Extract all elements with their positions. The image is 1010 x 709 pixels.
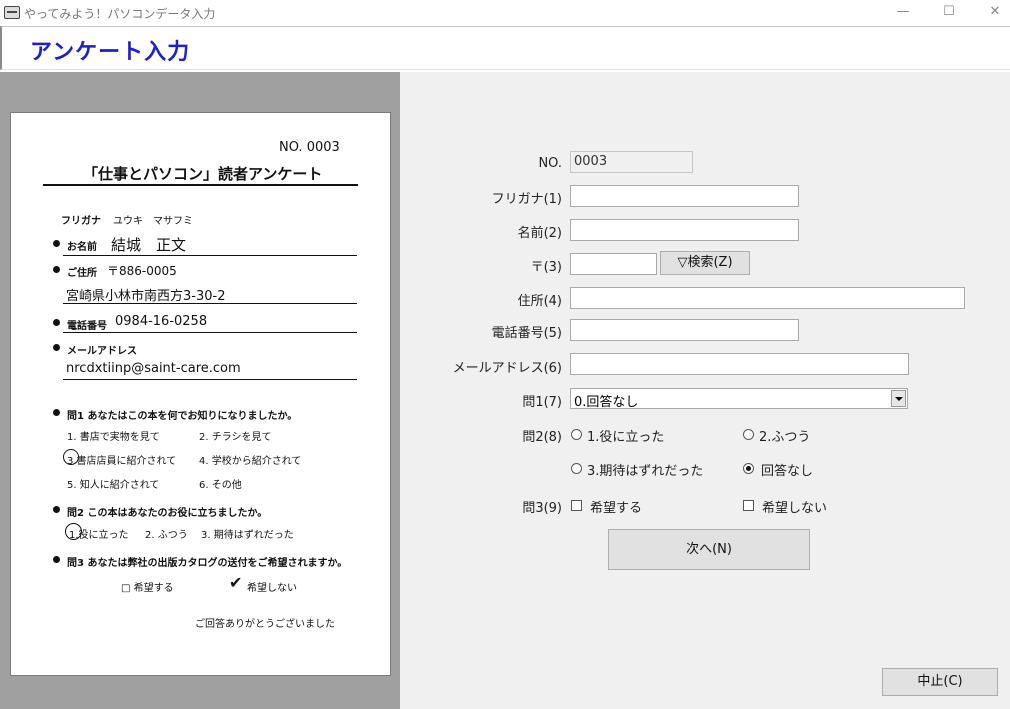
- paper-furigana-label: フリガナ: [61, 216, 101, 227]
- q1-label: 問1(7): [522, 395, 562, 410]
- paper-q1-label: 問1 あなたはこの本を何でお知りになりましたか。: [67, 411, 298, 422]
- minimize-button[interactable]: —: [880, 0, 926, 26]
- scanned-form-pane: NO. 0003 「仕事とパソコン」読者アンケート フリガナ ユウキ マサフミ …: [0, 72, 400, 709]
- furigana-input[interactable]: [570, 185, 799, 207]
- handwritten-circle: [65, 523, 82, 540]
- bullet-icon: [53, 266, 60, 273]
- next-button[interactable]: 次へ(N): [608, 529, 810, 570]
- q2-label: 問2(8): [522, 430, 562, 445]
- paper-email-value: nrcdxtiinp@saint-care.com: [66, 361, 241, 376]
- email-label: メールアドレス(6): [452, 361, 562, 376]
- rule-line: [63, 255, 357, 256]
- q2-option-none-label: 回答なし: [761, 464, 814, 479]
- paper-zip-value: 〒886-0005: [107, 264, 177, 278]
- paper-title: 「仕事とパソコン」読者アンケート: [83, 165, 323, 183]
- cancel-button[interactable]: 中止(C): [882, 668, 998, 696]
- window-titlebar: やってみよう！パソコンデータ入力 — ☐ ✕: [0, 0, 1010, 26]
- paper-email-label: メールアドレス: [67, 346, 137, 357]
- q1-select[interactable]: 0.回答なし: [570, 388, 908, 410]
- phone-input[interactable]: [570, 319, 799, 341]
- paper-name-value: 結城 正文: [111, 236, 187, 254]
- bullet-icon: [53, 409, 60, 416]
- paper-furigana-value: ユウキ マサフミ: [113, 216, 193, 227]
- phone-label: 電話番号(5): [491, 326, 562, 341]
- title-underline: [43, 184, 358, 186]
- bullet-icon: [53, 506, 60, 513]
- paper-no: NO. 0003: [279, 140, 340, 155]
- q2-radio-none[interactable]: [743, 463, 754, 474]
- paper-address-label: ご住所: [67, 268, 97, 279]
- paper-name-label: お名前: [67, 242, 97, 253]
- q2-radio-2[interactable]: [743, 429, 754, 440]
- q3-label: 問3(9): [522, 501, 562, 516]
- paper-phone-label: 電話番号: [67, 321, 107, 332]
- paper-thanks: ご回答ありがとうございました: [195, 619, 335, 630]
- rule-line: [63, 379, 357, 380]
- bullet-icon: [53, 319, 60, 326]
- rule-line: [63, 332, 357, 333]
- paper-q3-option: 希望しない: [247, 583, 297, 594]
- paper-q1-option: 1. 書店で実物を見て: [67, 432, 160, 443]
- handwritten-check-icon: ✔: [229, 573, 243, 592]
- paper-q3-label: 問3 あなたは弊社の出版カタログの送付をご希望されますか。: [67, 558, 348, 569]
- q3-option-nowant-label: 希望しない: [762, 501, 828, 516]
- window-title: やってみよう！パソコンデータ入力: [24, 7, 216, 21]
- rule-line: [63, 303, 357, 304]
- paper-q1-option: 4. 学校から紹介されて: [199, 456, 302, 467]
- q3-checkbox-nowant[interactable]: [743, 500, 754, 511]
- no-field: 0003: [570, 151, 693, 173]
- paper-address-value: 宮崎県小林市南西方3-30-2: [66, 289, 226, 304]
- paper-phone-value: 0984-16-0258: [115, 314, 208, 329]
- paper-q1-option: 6. その他: [199, 480, 242, 491]
- bullet-icon: [53, 240, 60, 247]
- search-button[interactable]: ▽検索(Z): [660, 251, 750, 275]
- chevron-down-icon[interactable]: [891, 390, 906, 407]
- name-label: 名前(2): [517, 226, 562, 241]
- paper-q3-option: □ 希望する: [121, 583, 174, 594]
- q3-checkbox-want[interactable]: [571, 500, 582, 511]
- q2-radio-1[interactable]: [571, 429, 582, 440]
- page-header: アンケート入力: [0, 26, 1010, 70]
- address-input[interactable]: [570, 287, 965, 309]
- q2-option-2-label: 2.ふつう: [759, 430, 811, 445]
- paper-q2-option: 2. ふつう: [145, 530, 188, 541]
- maximize-button[interactable]: ☐: [926, 0, 972, 26]
- email-input[interactable]: [570, 353, 909, 375]
- q3-option-want-label: 希望する: [590, 501, 643, 516]
- paper-q2-label: 問2 この本はあなたのお役に立ちましたか。: [67, 508, 268, 519]
- paper-q1-option: 5. 知人に紹介されて: [67, 480, 160, 491]
- bullet-icon: [53, 344, 60, 351]
- close-button[interactable]: ✕: [972, 0, 1010, 26]
- page-title: アンケート入力: [30, 40, 191, 65]
- zip-label: 〒(3): [530, 260, 562, 275]
- bullet-icon: [53, 556, 60, 563]
- q2-radio-3[interactable]: [571, 463, 582, 474]
- q2-option-1-label: 1.役に立った: [587, 430, 665, 445]
- no-label: NO.: [538, 156, 562, 171]
- entry-form-pane: NO. 0003 フリガナ(1) 名前(2) 〒(3) ▽検索(Z) 住所(4)…: [400, 72, 1010, 709]
- zip-input[interactable]: [570, 253, 657, 275]
- paper-q1-option: 3.書店店員に紹介されて: [67, 456, 177, 467]
- questionnaire-paper: NO. 0003 「仕事とパソコン」読者アンケート フリガナ ユウキ マサフミ …: [10, 112, 391, 676]
- address-label: 住所(4): [517, 294, 562, 309]
- paper-q1-option: 2. チラシを見て: [199, 432, 272, 443]
- name-input[interactable]: [570, 219, 799, 241]
- q1-selected-value: 0.回答なし: [574, 395, 639, 410]
- handwritten-circle: [63, 449, 79, 465]
- app-keyboard-icon: [4, 6, 20, 19]
- furigana-label: フリガナ(1): [491, 192, 562, 207]
- paper-q2-option: 3. 期待はずれだった: [201, 530, 294, 541]
- q2-option-3-label: 3.期待はずれだった: [587, 464, 704, 479]
